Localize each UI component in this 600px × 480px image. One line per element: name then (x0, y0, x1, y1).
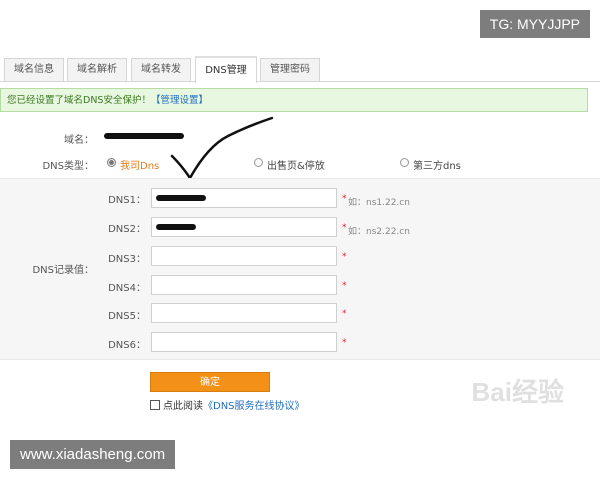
dns2-hint: 如：ns2.22.cn (348, 227, 410, 237)
agreement-link[interactable]: 《DNS服务在线协议》 (203, 401, 305, 412)
agreement-row: 点此阅读《DNS服务在线协议》 (150, 397, 305, 412)
dns2-required-mark: * (342, 223, 347, 233)
tab-dns-management[interactable]: DNS管理 (195, 56, 257, 83)
radio-own-dns[interactable] (107, 158, 116, 167)
dns5-required-mark: * (342, 309, 347, 319)
dns5-input[interactable] (151, 303, 337, 323)
checkmark-scribble (170, 116, 274, 181)
confirm-button[interactable]: 确定 (150, 372, 270, 392)
dns4-required-mark: * (342, 281, 347, 291)
dns2-redaction (156, 224, 196, 230)
option-own-dns-label: 我司Dns (120, 161, 160, 172)
agreement-checkbox[interactable] (150, 400, 160, 410)
radio-third-party-dns[interactable] (400, 158, 409, 167)
watermark-tg: TG: MYYJJPP (479, 10, 590, 38)
security-notice: 您已经设置了域名DNS安全保护！【管理设置】 (0, 88, 588, 112)
dns6-input[interactable] (151, 332, 337, 352)
dns6-required-mark: * (342, 338, 347, 348)
dns4-input[interactable] (151, 275, 337, 295)
dns5-label: DNS5： (108, 311, 146, 322)
tab-manage-password[interactable]: 管理密码 (260, 58, 320, 81)
option-parking-label: 出售页&停放 (267, 161, 325, 172)
dns1-required-mark: * (342, 194, 347, 204)
dns4-label: DNS4： (108, 283, 146, 294)
tab-bar: 域名信息 域名解析 域名转发 DNS管理 管理密码 (0, 56, 600, 83)
tab-domain-resolution[interactable]: 域名解析 (67, 58, 127, 81)
agreement-prefix: 点此阅读 (163, 401, 203, 412)
dns3-input[interactable] (151, 246, 337, 266)
notice-text: 您已经设置了域名DNS安全保护！ (7, 95, 151, 106)
option-third-party-label: 第三方dns (413, 161, 461, 172)
domain-label: 域名： (64, 135, 94, 146)
manage-settings-link[interactable]: 【管理设置】 (151, 95, 208, 106)
dns1-redaction (156, 195, 206, 201)
dns1-hint: 如：ns1.22.cn (348, 198, 410, 208)
radio-parking[interactable] (254, 158, 263, 167)
dns6-label: DNS6： (108, 340, 146, 351)
tab-domain-info[interactable]: 域名信息 (4, 58, 64, 81)
dns-records-label: DNS记录值： (32, 265, 94, 276)
dns-type-label: DNS类型： (42, 161, 94, 172)
tab-domain-forwarding[interactable]: 域名转发 (131, 58, 191, 81)
dns2-label: DNS2： (108, 224, 146, 235)
dns3-required-mark: * (342, 252, 347, 262)
dns3-label: DNS3： (108, 254, 146, 265)
dns1-label: DNS1： (108, 195, 146, 206)
watermark-site: www.xiadasheng.com (10, 440, 176, 469)
baidu-watermark: Bai经验 (471, 377, 564, 407)
